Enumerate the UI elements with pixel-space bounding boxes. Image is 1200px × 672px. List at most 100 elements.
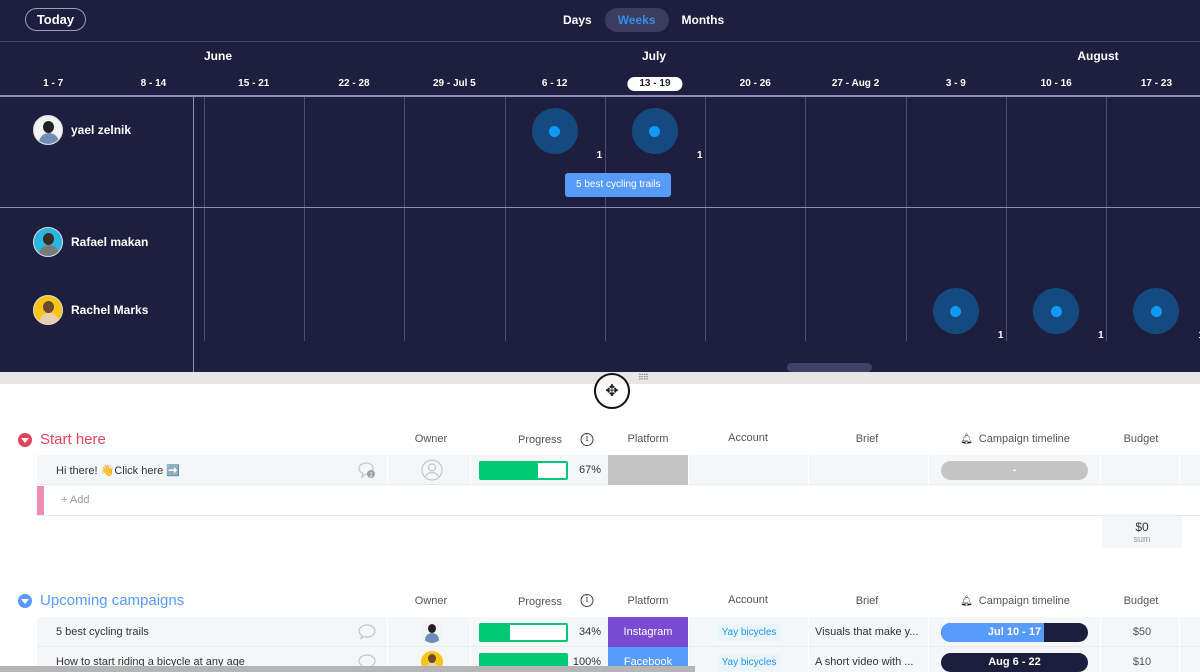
info-icon[interactable]: i — [580, 594, 594, 607]
account-link[interactable]: Yay bicycles — [712, 647, 786, 672]
group-title[interactable]: Start here — [40, 431, 106, 448]
collapse-group-icon[interactable] — [18, 432, 32, 447]
column-account[interactable]: Account — [728, 594, 768, 606]
column-brief[interactable]: Brief — [856, 433, 879, 445]
person-yael-zelnik[interactable]: yael zelnik — [33, 115, 131, 145]
item-tooltip: 5 best cycling trails — [565, 173, 672, 197]
column-progress[interactable]: Progress — [518, 596, 562, 608]
brief-text[interactable]: Visuals that make y... — [815, 617, 925, 647]
week-label: 1 - 7 — [43, 78, 64, 89]
scale-months[interactable]: Months — [669, 8, 738, 32]
scale-days[interactable]: Days — [550, 8, 605, 32]
column-owner[interactable]: Owner — [415, 595, 447, 607]
bell-icon: 🔔︎ — [960, 595, 973, 607]
brief-text[interactable]: A short video with ... — [815, 647, 925, 672]
platform-status[interactable] — [608, 455, 688, 485]
week-label: 10 - 16 — [1040, 78, 1072, 89]
column-campaign-timeline[interactable]: 🔔︎ Campaign timeline — [960, 433, 1070, 445]
updates-icon[interactable] — [357, 617, 377, 647]
person-name: Rafael makan — [71, 235, 149, 249]
column-info[interactable]: i — [580, 433, 594, 446]
week-label: 20 - 26 — [739, 78, 771, 89]
group-title[interactable]: Upcoming campaigns — [40, 592, 184, 609]
column-account[interactable]: Account — [728, 432, 768, 444]
add-item-button[interactable]: + Add — [61, 494, 89, 506]
column-label: Progress — [517, 434, 563, 446]
column-label: Account — [728, 594, 768, 606]
app-root: Today Days Weeks Months June July August… — [0, 0, 1200, 672]
column-label: Owner — [414, 433, 448, 445]
table-row[interactable]: Hi there! 👋Click here ➡️ 1 67% - — [37, 455, 1200, 485]
column-budget[interactable]: Budget — [1124, 433, 1159, 445]
owner-empty-icon[interactable] — [420, 455, 444, 485]
item-name[interactable]: 5 best cycling trails — [56, 617, 149, 647]
column-label: Account — [728, 432, 768, 444]
column-label: Progress — [517, 596, 563, 608]
progress-bar — [479, 617, 568, 647]
timeline-item-dot[interactable] — [932, 288, 979, 334]
add-item-row[interactable]: + Add — [37, 486, 1200, 516]
column-brief[interactable]: Brief — [856, 595, 879, 607]
column-info[interactable]: i — [580, 594, 594, 607]
item-count: 1 — [997, 330, 1004, 341]
column-label: Brief — [855, 595, 879, 607]
timeline-item-dot[interactable] — [631, 108, 678, 154]
owner-avatar[interactable] — [420, 617, 444, 647]
table-row[interactable]: 5 best cycling trails 34% Instagram Yay … — [37, 617, 1200, 647]
dot-center — [1150, 305, 1162, 317]
column-label: Platform — [627, 433, 669, 445]
grid-line — [604, 97, 606, 341]
person-rachel-marks[interactable]: Rachel Marks — [33, 295, 148, 325]
timeline-item-dot[interactable] — [1033, 288, 1080, 334]
collapse-group-icon[interactable] — [18, 593, 32, 608]
timeline-item-dot[interactable] — [1133, 288, 1180, 334]
dot-center — [649, 125, 661, 137]
updates-icon[interactable]: 1 — [357, 455, 377, 485]
platform-status[interactable]: Instagram — [608, 617, 688, 647]
item-count: 1 — [1098, 330, 1104, 341]
person-rafael-makan[interactable]: Rafael makan — [33, 227, 148, 257]
campaign-timeline[interactable]: Jul 10 - 17 — [941, 617, 1088, 647]
account-link[interactable]: Yay bicycles — [712, 617, 786, 647]
bell-icon: 🔔︎ — [960, 433, 973, 445]
column-progress[interactable]: Progress — [518, 434, 562, 446]
campaign-timeline[interactable]: Aug 6 - 22 — [941, 647, 1088, 672]
column-platform[interactable]: Platform — [628, 433, 669, 445]
dot-center — [950, 305, 962, 317]
timescale-switch: Days Weeks Months — [550, 8, 737, 32]
budget-value[interactable]: $50 — [1107, 617, 1177, 647]
grid-line — [504, 97, 506, 341]
column-campaign-timeline[interactable]: 🔔︎ Campaign timeline — [960, 595, 1070, 607]
week-label: 17 - 23 — [1140, 78, 1173, 89]
dot-center — [549, 125, 561, 137]
item-name[interactable]: Hi there! 👋Click here ➡️ — [56, 455, 180, 485]
column-label: Brief — [855, 433, 879, 445]
person-name: Rachel Marks — [71, 303, 149, 317]
today-button[interactable]: Today — [25, 8, 86, 31]
timeline-item-dot[interactable] — [531, 108, 578, 154]
month-label: August — [1077, 49, 1119, 63]
scale-weeks[interactable]: Weeks — [604, 8, 669, 32]
column-label: Budget — [1123, 433, 1159, 445]
budget-value[interactable]: $10 — [1107, 647, 1177, 672]
column-label: Campaign timeline — [978, 595, 1070, 607]
header-divider — [0, 41, 1200, 42]
horizontal-scrollbar[interactable] — [0, 666, 695, 672]
column-budget[interactable]: Budget — [1124, 595, 1159, 607]
group-upcoming-campaigns: Upcoming campaigns — [18, 592, 184, 609]
item-count: 1 — [696, 150, 703, 161]
grid-line — [1006, 97, 1007, 341]
month-label: July — [641, 49, 667, 63]
info-icon[interactable]: i — [580, 433, 594, 446]
horizontal-scrollbar[interactable] — [787, 363, 872, 372]
column-platform[interactable]: Platform — [628, 595, 669, 607]
drag-grip-icon[interactable]: ⠿⠿ — [638, 374, 649, 382]
column-owner[interactable]: Owner — [415, 433, 447, 445]
dot-center — [1050, 305, 1062, 317]
person-name: yael zelnik — [71, 123, 132, 137]
progress-percent: 67% — [578, 464, 601, 476]
campaign-timeline[interactable]: - — [941, 455, 1088, 485]
avatar — [33, 295, 63, 325]
grid-line — [905, 97, 907, 341]
timeline-view: Today Days Weeks Months June July August… — [0, 0, 1200, 372]
